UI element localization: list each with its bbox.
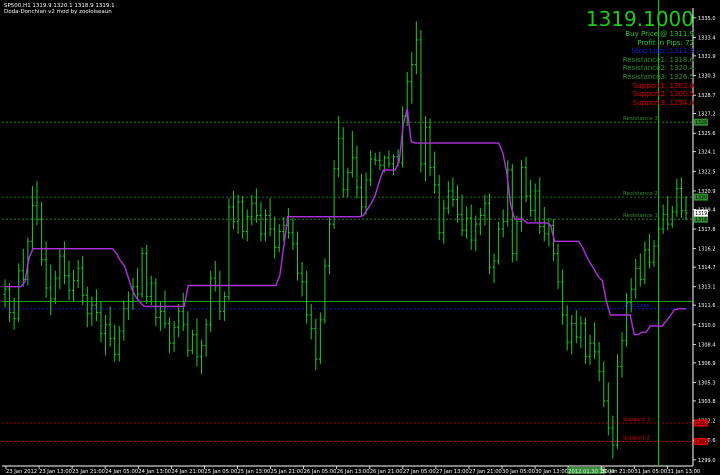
x-tick-label: 26 Jan 21:00	[370, 469, 403, 475]
current-price-display: 1319.1000	[585, 7, 694, 31]
y-tick-label: 1299.0	[698, 458, 716, 464]
y-tick-label: 1325.6	[698, 131, 716, 137]
x-tick-label: 25 Jan 05:00	[204, 469, 237, 475]
y-tick-label: 1306.9	[698, 361, 716, 367]
info-row: Resistance2: 1320.4	[622, 64, 694, 73]
indicator-name: Doda-Donchian v2 mod by zooloiseaun	[4, 9, 112, 15]
info-row: Support2: 1300.5	[632, 90, 694, 99]
x-tick-label: 27 Jan 13:00	[436, 469, 469, 475]
y-tick-label: 1322.5	[698, 169, 716, 175]
x-tick-label: 25 Jan 21:00	[271, 469, 304, 475]
y-tick-label: 1303.8	[698, 399, 716, 405]
y-tick-label: 1333.4	[698, 35, 716, 41]
resistance-3-line-label: Resistance 3	[623, 116, 658, 122]
current-price-tag-text: 1319.1	[695, 211, 712, 217]
y-tick-label: 1314.7	[698, 265, 716, 271]
y-tick-label: 1330.3	[698, 74, 716, 80]
support-2-line-price-tag-text: 1300.5	[695, 439, 712, 445]
info-row: Stop Loss: 1311.3	[631, 47, 694, 56]
info-row: Profit in Pips: 72	[637, 38, 694, 47]
info-row: Resistance1: 1318.6	[622, 55, 694, 64]
y-tick-label: 1327.2	[698, 112, 716, 118]
y-tick-label: 1324.1	[698, 150, 716, 156]
resistance-2-line-label: Resistance 2	[623, 191, 658, 197]
y-tick-label: 1310.0	[698, 323, 716, 329]
y-tick-label: 1335.0	[698, 16, 716, 22]
x-tick-label: 23 Jan 21:00	[72, 469, 105, 475]
x-tick-label: 23 Jan 13:00	[39, 469, 72, 475]
resistance-2-line-price-tag-text: 1320.4	[695, 195, 712, 201]
x-tick-label: 24 Jan 13:00	[138, 469, 171, 475]
x-tick-label: 24 Jan 05:00	[105, 469, 138, 475]
y-tick-label: 1316.2	[698, 247, 716, 253]
info-row: Support3: 1294.0	[632, 98, 694, 107]
resistance-1-line-label: Resistance 1	[623, 213, 658, 219]
y-tick-label: 1311.6	[698, 303, 716, 309]
y-tick-label: 1317.8	[698, 227, 716, 233]
resistance-1-line-price-tag-text: 1318.6	[695, 217, 712, 223]
y-tick-label: 1331.9	[698, 54, 716, 60]
y-tick-label: 1313.1	[698, 285, 716, 291]
info-row: Support1: 1302.0	[632, 81, 694, 90]
x-tick-label: 30 Jan 13:00	[535, 469, 568, 475]
x-tick-label: 27 Jan 21:00	[469, 469, 502, 475]
y-tick-label: 1308.4	[698, 342, 716, 348]
chart-header: SP500,H1 1319.9 1320.1 1318.9 1319.1 Dod…	[4, 3, 115, 15]
donchian-line	[5, 108, 686, 336]
x-tick-label: 23 Jan 2012	[6, 469, 37, 475]
info-row: Buy Price @ 1311.9	[625, 30, 694, 38]
x-tick-label: 25 Jan 13:00	[237, 469, 270, 475]
resistance-3-line-price-tag-text: 1326.5	[695, 120, 712, 126]
x-tick-label: 24 Jan 21:00	[171, 469, 204, 475]
x-tick-label: 26 Jan 05:00	[304, 469, 337, 475]
support-1-line-price-tag-text: 1302.0	[695, 421, 712, 427]
x-tick-label: 31 Jan 05:00	[634, 469, 667, 475]
info-panel: 1319.1000 Buy Price @ 1311.9 Profit in Pi…	[586, 8, 694, 107]
x-tick-label: 30 Jan 21:00	[601, 469, 634, 475]
info-row: Resistance3: 1326.5	[622, 72, 694, 81]
x-tick-label: 27 Jan 05:00	[403, 469, 436, 475]
y-tick-label: 1305.3	[698, 381, 716, 387]
support-2-line-label: Support 2	[623, 435, 650, 441]
x-tick-label: 30 Jan 05:00	[502, 469, 535, 475]
y-tick-label: 1328.7	[698, 93, 716, 99]
x-tick-label: 26 Jan 13:00	[337, 469, 370, 475]
x-tick-label: 31 Jan 13:00	[667, 469, 700, 475]
support-1-line-label: Support 1	[623, 417, 650, 423]
